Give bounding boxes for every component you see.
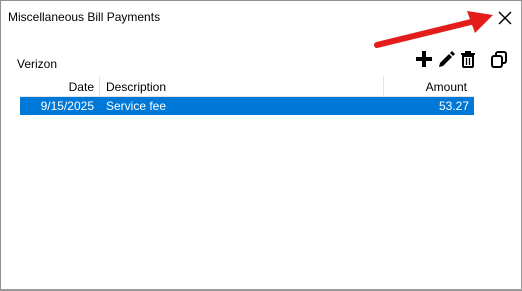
account-name: Verizon [17, 57, 58, 71]
window-title: Miscellaneous Bill Payments [8, 10, 161, 24]
payments-table: Date Description Amount 9/15/2025 Servic… [20, 74, 474, 115]
cell-amount: 53.27 [438, 99, 469, 113]
copy-icon[interactable] [490, 50, 508, 68]
table-row[interactable]: 9/15/2025 Service fee 53.27 [20, 97, 474, 115]
column-header-date[interactable]: Date [69, 80, 94, 94]
table-header: Date Description Amount [20, 74, 474, 97]
cell-date: 9/15/2025 [40, 99, 94, 113]
trash-icon[interactable] [459, 50, 477, 68]
column-divider [383, 76, 384, 96]
plus-icon[interactable] [415, 50, 433, 68]
column-divider [99, 76, 100, 96]
pencil-icon[interactable] [437, 50, 455, 68]
column-header-amount[interactable]: Amount [426, 80, 467, 94]
cell-description: Service fee [106, 99, 167, 113]
close-icon[interactable] [495, 8, 515, 28]
bill-payments-window: Miscellaneous Bill Payments Verizon Date… [0, 0, 522, 291]
column-header-description[interactable]: Description [106, 80, 166, 94]
